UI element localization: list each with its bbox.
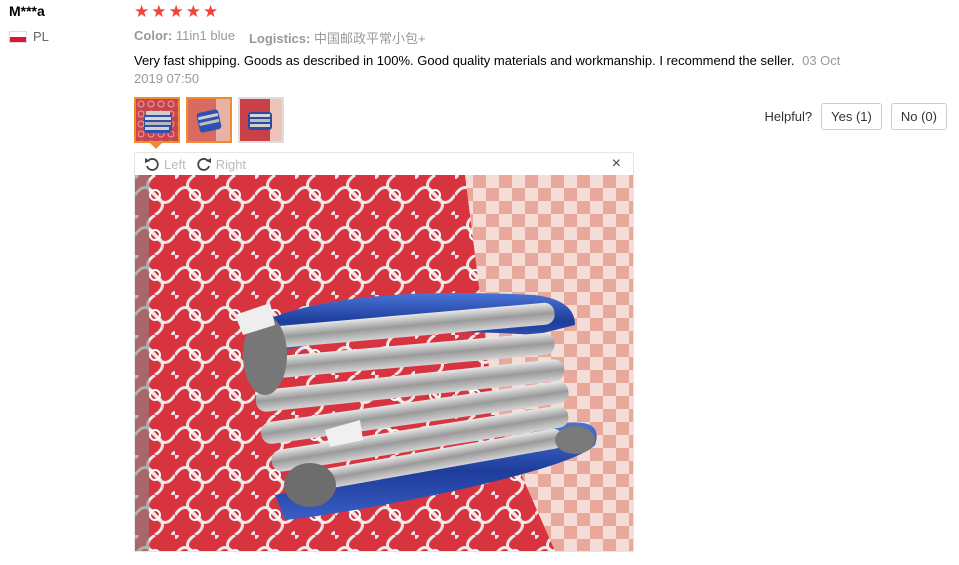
photo-viewer: Left Right ×	[134, 152, 634, 552]
rotate-right-button[interactable]: Right	[196, 156, 246, 172]
logistics-label: Logistics:	[248, 31, 311, 46]
logistics-attribute: Logistics: 中国邮政平常小包+	[249, 28, 426, 47]
rotate-left-icon	[145, 158, 159, 171]
star-rating: ★ ★ ★ ★ ★	[134, 2, 218, 21]
reviewer-country: PL	[9, 29, 49, 44]
star-icon: ★	[151, 2, 167, 21]
rotate-left-button[interactable]: Left	[144, 156, 186, 172]
photo-thumbnail-2[interactable]	[186, 97, 232, 143]
helpful-label: Helpful?	[764, 109, 813, 124]
feedback-body: Very fast shipping. Goods as described i…	[134, 52, 864, 88]
color-label: Color:	[134, 28, 173, 43]
photo-thumbnail-3[interactable]	[238, 97, 284, 143]
star-icon: ★	[134, 2, 150, 21]
photo-large-image	[135, 175, 633, 551]
flag-pl-icon	[9, 30, 27, 43]
color-attribute: Color: 11in1 blue	[134, 28, 235, 47]
country-code: PL	[33, 29, 49, 44]
star-icon: ★	[185, 2, 201, 21]
rotate-left-label: Left	[164, 156, 186, 172]
order-attributes: Color: 11in1 blue Logistics: 中国邮政平常小包+	[134, 28, 426, 47]
logistics-value: 中国邮政平常小包+	[313, 31, 426, 46]
rotate-right-label: Right	[215, 156, 247, 172]
helpful-vote: Helpful? Yes (1) No (0)	[764, 103, 947, 130]
feedback-text: Very fast shipping. Goods as described i…	[134, 53, 795, 68]
viewer-toolbar: Left Right	[135, 153, 633, 175]
helpful-no-button[interactable]: No (0)	[890, 103, 947, 130]
photo-thumbnails	[134, 97, 284, 143]
reviewer-name: M***a	[9, 3, 45, 19]
close-icon[interactable]: ×	[612, 155, 621, 173]
photo-thumbnail-1[interactable]	[134, 97, 180, 143]
active-thumbnail-caret	[150, 143, 162, 149]
helpful-yes-button[interactable]: Yes (1)	[821, 103, 882, 130]
rotate-right-icon	[197, 158, 211, 171]
color-value: 11in1 blue	[175, 28, 235, 43]
star-icon: ★	[168, 2, 184, 21]
star-icon: ★	[203, 2, 219, 21]
